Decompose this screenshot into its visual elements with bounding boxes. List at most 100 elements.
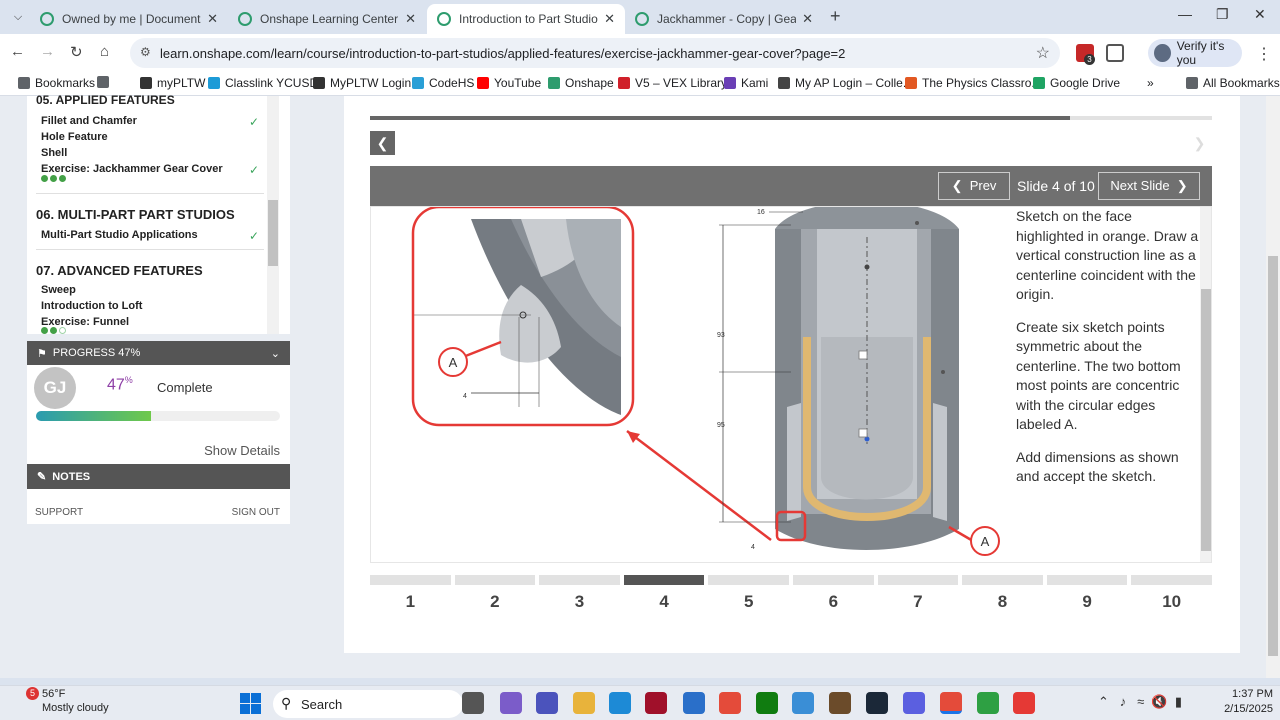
lesson-multi-part-studio[interactable]: Multi-Part Studio Applications [41,229,198,241]
weather-widget[interactable]: 56°F Mostly cloudy [42,687,109,715]
new-tab-button[interactable]: + [830,6,841,27]
windows-start-icon[interactable] [240,693,261,714]
close-icon[interactable]: ✕ [405,11,416,27]
bookmark-label: My AP Login – Colle... [795,76,913,90]
sign-out-link[interactable]: SIGN OUT [232,507,280,518]
taskbar-search[interactable]: ⚲ Search [273,690,463,718]
bookmark-item[interactable]: Classlink YCUSD [208,76,318,90]
progress-header[interactable]: ⚑ PROGRESS 47% ⌄ [27,341,290,365]
minimize-icon[interactable]: — [1178,6,1192,22]
bookmark-item[interactable]: YouTube [477,76,541,90]
steam-icon[interactable] [866,692,888,714]
bookmark-item[interactable]: Google Drive [1033,76,1120,90]
pager-number[interactable]: 3 [560,592,600,612]
magnifier-icon[interactable] [792,692,814,714]
pager-segment[interactable] [370,575,451,585]
pager-segment[interactable] [1131,575,1212,585]
maximize-icon[interactable]: ❐ [1216,6,1229,23]
menu-kebab-icon[interactable]: ⋮ [1256,44,1272,64]
game-icon[interactable] [829,692,851,714]
bookmark-item[interactable]: My AP Login – Colle... [778,76,913,90]
snipping-icon[interactable] [683,692,705,714]
bookmark-item[interactable]: V5 – VEX Library [618,76,727,90]
next-lesson-button[interactable]: ❯ [1187,131,1212,155]
pager-segment[interactable] [1046,575,1128,585]
file-explorer-icon[interactable] [573,692,595,714]
app-icon[interactable] [977,692,999,714]
close-icon[interactable]: ✕ [207,11,218,27]
pager-number[interactable]: 8 [983,592,1023,612]
tab-search-button[interactable]: ⌵ [8,7,28,27]
close-icon[interactable]: ✕ [604,11,615,27]
previous-lesson-button[interactable]: ❮ [370,131,395,155]
address-bar[interactable]: ⚙ learn.onshape.com/learn/course/introdu… [130,38,1060,68]
lesson-fillet-chamfer[interactable]: Fillet and Chamfer [41,115,137,127]
bookmark-item[interactable]: All Bookmarks [1186,76,1280,90]
lesson-hole-feature[interactable]: Hole Feature [41,131,108,143]
notes-header[interactable]: ✎ NOTES [27,464,290,489]
pager-segment[interactable] [877,575,959,585]
pager-number[interactable]: 2 [475,592,515,612]
bookmark-item[interactable]: Kami [724,76,768,90]
pager-number[interactable]: 4 [644,592,684,612]
site-info-icon[interactable]: ⚙ [140,45,151,59]
extensions-puzzle-icon[interactable] [1106,44,1124,62]
pager-number[interactable]: 1 [390,592,430,612]
bookmark-item[interactable]: myPLTW [140,76,205,90]
lesson-sweep[interactable]: Sweep [41,284,76,296]
pager-number[interactable]: 7 [898,592,938,612]
bookmark-item[interactable] [97,76,114,88]
lesson-intro-loft[interactable]: Introduction to Loft [41,300,142,312]
pager-segment[interactable] [708,575,789,585]
bookmark-item[interactable]: The Physics Classro... [905,76,1041,90]
sidebar-scroll-thumb[interactable] [268,200,278,266]
home-icon[interactable]: ⌂ [100,43,109,60]
chrome-icon[interactable] [719,692,741,714]
lesson-exercise-jackhammer[interactable]: Exercise: Jackhammer Gear Cover [41,163,223,175]
bookmark-item[interactable]: CodeHS [412,76,474,90]
forward-icon[interactable]: → [40,43,55,60]
teams-icon[interactable] [536,692,558,714]
lesson-shell[interactable]: Shell [41,147,67,159]
bookmark-item[interactable]: MyPLTW Login [313,76,411,90]
pager-segment[interactable] [962,575,1043,585]
tab-intro-part-studios[interactable]: Introduction to Part Studios - E ✕ [427,4,625,34]
bookmark-star-icon[interactable]: ☆ [1036,43,1050,63]
task-view-icon[interactable] [462,692,484,714]
pager-segment[interactable] [793,575,874,585]
tab-owned-by-me[interactable]: Owned by me | Documents ✕ [30,4,228,34]
chrome-active-icon[interactable] [940,692,962,714]
clock[interactable]: 1:37 PM 2/15/2025 [1217,687,1273,717]
pager-number[interactable]: 9 [1067,592,1107,612]
pager-number[interactable]: 10 [1152,592,1192,612]
app-icon[interactable] [1013,692,1035,714]
pager-number[interactable]: 6 [813,592,853,612]
bookmark-item[interactable]: Bookmarks [18,76,95,90]
bookmarks-overflow-icon[interactable]: » [1147,76,1154,90]
close-window-icon[interactable]: ✕ [1254,6,1266,23]
pager-segment[interactable] [539,575,620,585]
bookmark-item[interactable]: Onshape [548,76,614,90]
prev-slide-button[interactable]: ❮ Prev [938,172,1010,200]
reload-icon[interactable]: ↻ [70,43,83,61]
app-icon[interactable] [903,692,925,714]
pager-segment[interactable] [623,575,705,585]
app-icon[interactable] [645,692,667,714]
xbox-icon[interactable] [756,692,778,714]
edge-icon[interactable] [609,692,631,714]
show-details-link[interactable]: Show Details [204,443,280,458]
next-slide-button[interactable]: Next Slide ❯ [1098,172,1200,200]
tab-learning-center[interactable]: Onshape Learning Center ✕ [228,4,426,34]
profile-button[interactable]: Verify it's you [1148,39,1242,67]
instructions-scroll-thumb[interactable] [1201,289,1211,551]
chevron-down-icon[interactable]: ⌄ [271,347,280,360]
pager-segment[interactable] [454,575,536,585]
back-icon[interactable]: ← [10,43,25,60]
page-scroll-thumb[interactable] [1268,256,1278,656]
tab-jackhammer[interactable]: Jackhammer - Copy | Gear Cov ✕ [625,4,823,34]
close-icon[interactable]: ✕ [802,11,813,27]
copilot-icon[interactable] [500,692,522,714]
support-link[interactable]: SUPPORT [35,507,83,518]
system-tray[interactable]: ⌃ ♪ ≈ 🔇 ▮ [1098,694,1182,710]
pager-number[interactable]: 5 [729,592,769,612]
